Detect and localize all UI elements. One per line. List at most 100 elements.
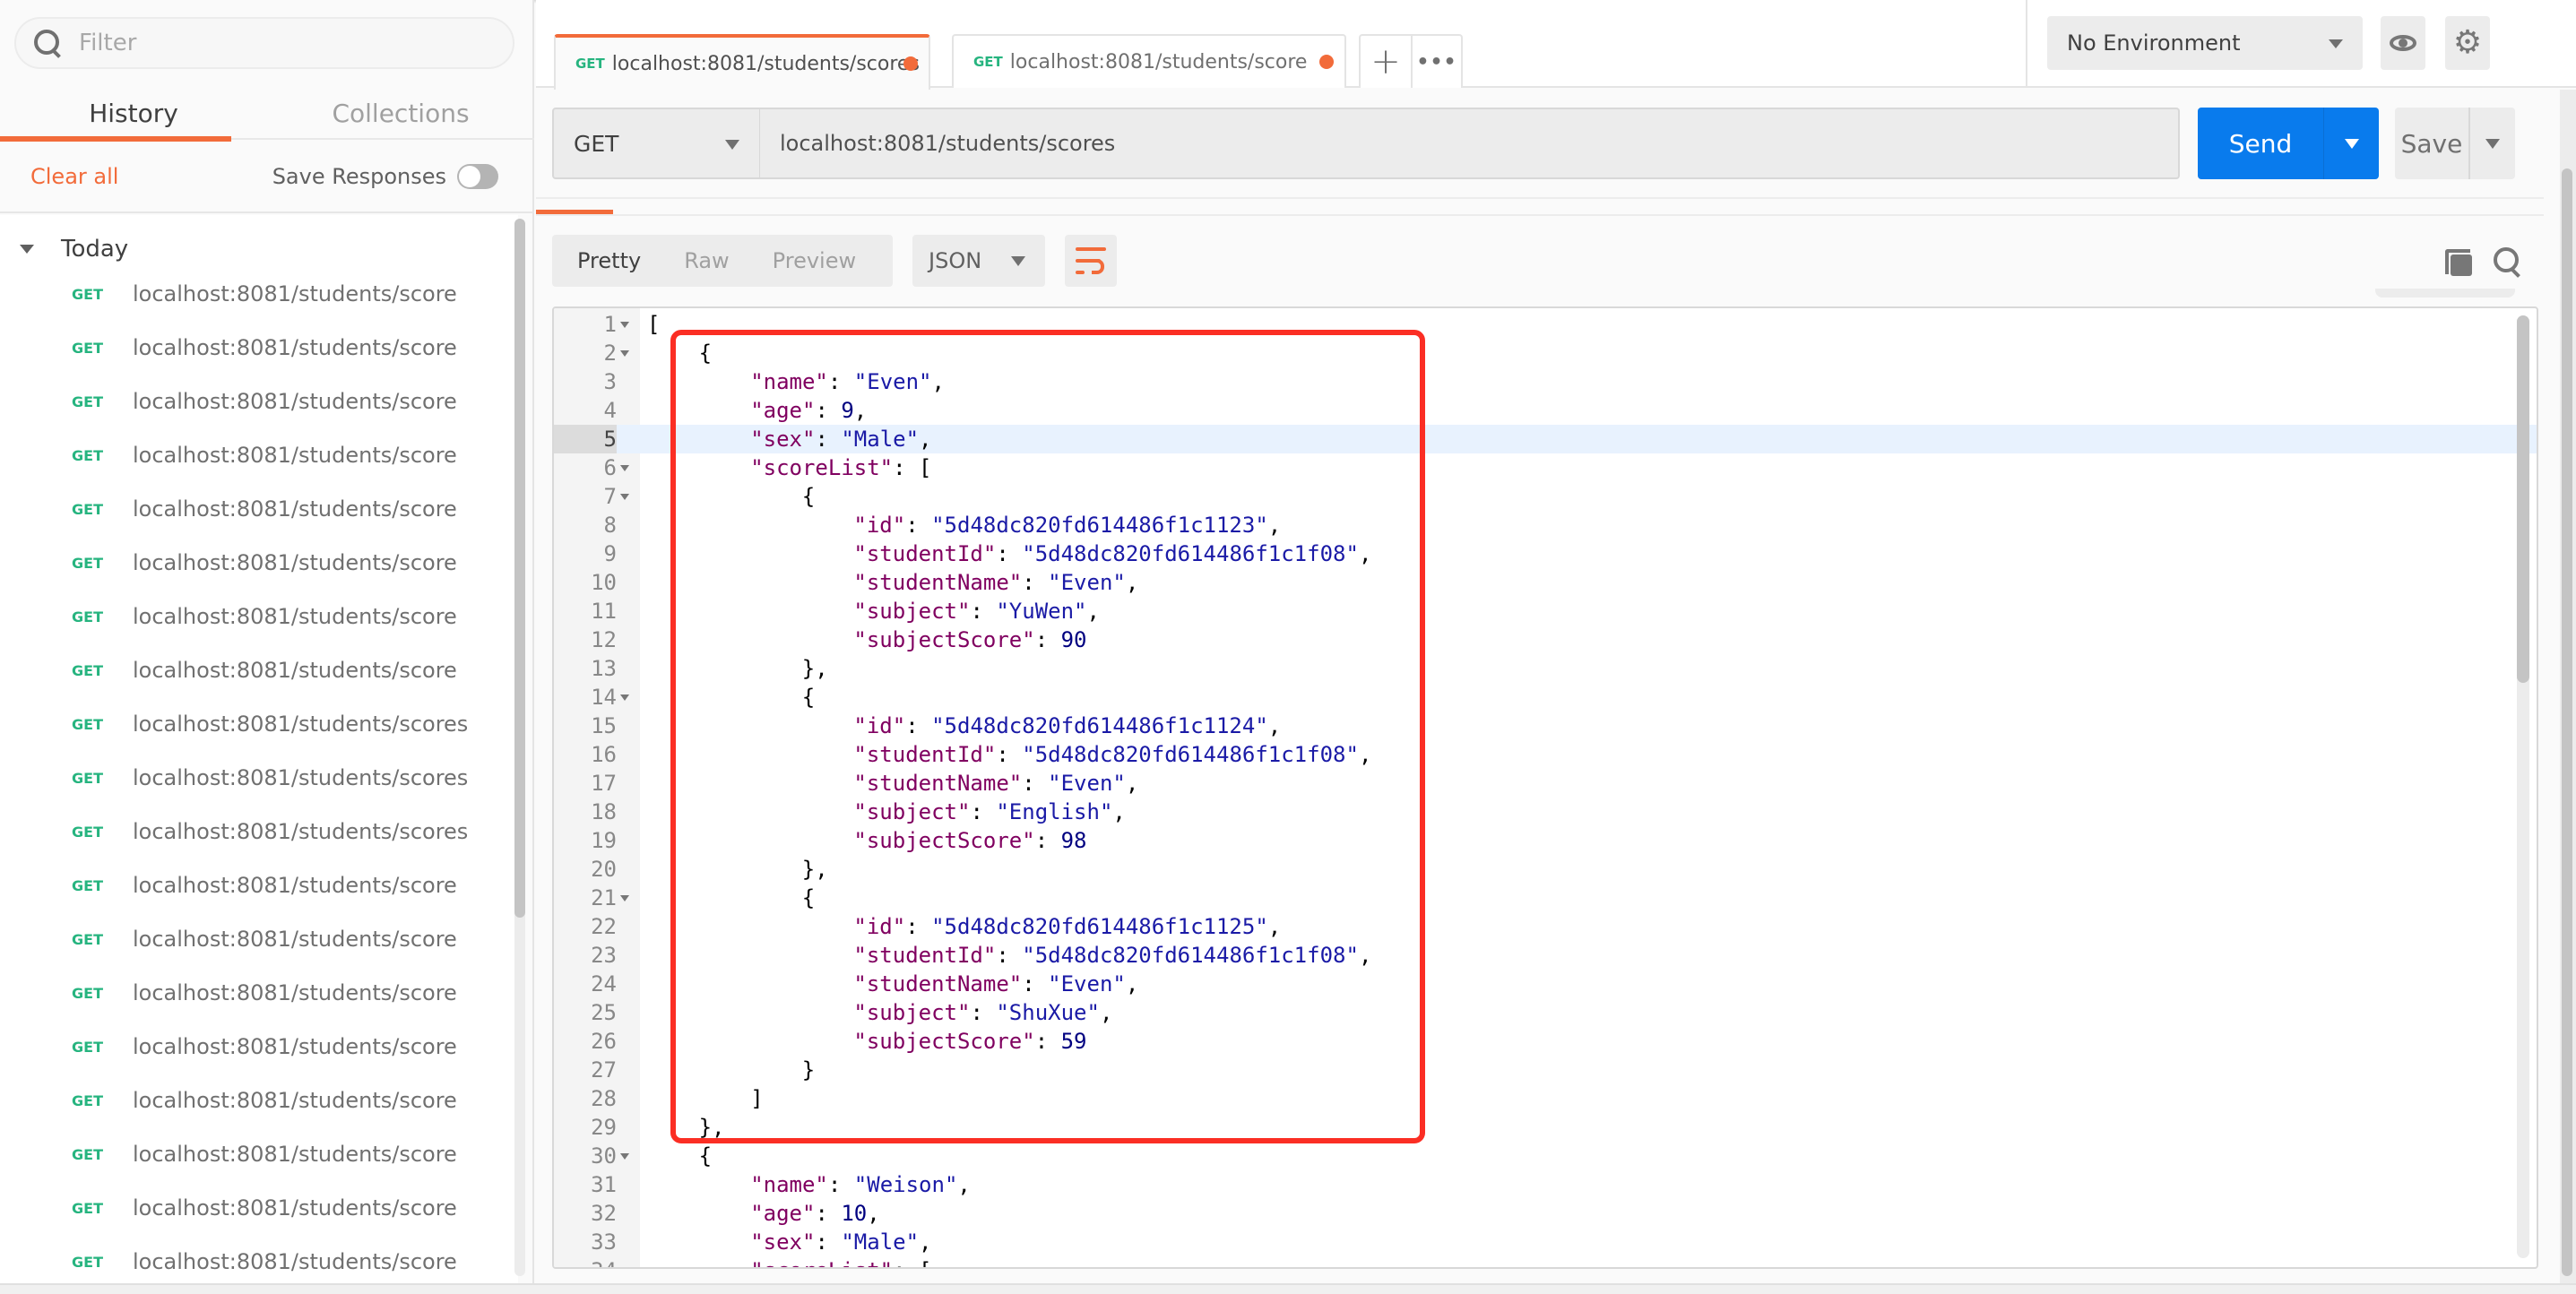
url-input[interactable] bbox=[760, 108, 2180, 179]
method-select[interactable]: GET bbox=[552, 108, 760, 179]
fold-toggle-icon[interactable] bbox=[620, 895, 629, 901]
code-line: 24 "studentName": "Even", bbox=[554, 970, 2537, 998]
scrollbar-thumb[interactable] bbox=[2517, 315, 2529, 683]
search-icon[interactable] bbox=[2494, 247, 2524, 278]
chevron-down-icon bbox=[2344, 138, 2359, 149]
new-tab-button[interactable]: + bbox=[1361, 36, 1411, 88]
history-item[interactable]: GET localhost:8081/students/score bbox=[0, 267, 518, 321]
history-url: localhost:8081/students/scores bbox=[133, 765, 469, 790]
json-punct: { bbox=[698, 1143, 713, 1169]
history-item[interactable]: GET localhost:8081/students/score bbox=[0, 1127, 518, 1181]
code-text: "id": "5d48dc820fd614486f1c1123", bbox=[853, 511, 1281, 539]
chevron-down-icon bbox=[2485, 138, 2500, 149]
history-item[interactable]: GET localhost:8081/students/score bbox=[0, 1020, 518, 1074]
save-options-button[interactable] bbox=[2468, 108, 2515, 179]
fold-toggle-icon[interactable] bbox=[620, 1153, 629, 1160]
line-number: 4 bbox=[554, 396, 617, 425]
json-string: "5d48dc820fd614486f1c1f08" bbox=[1022, 541, 1359, 566]
fold-toggle-icon[interactable] bbox=[620, 694, 629, 701]
code-text: "name": "Weison", bbox=[750, 1170, 971, 1199]
manage-environments-button[interactable]: ⚙ bbox=[2445, 16, 2490, 70]
scrollbar-thumb[interactable] bbox=[2562, 168, 2572, 1276]
save-responses-toggle[interactable] bbox=[457, 164, 498, 189]
history-item[interactable]: GET localhost:8081/students/score bbox=[0, 858, 518, 912]
line-number: 1 bbox=[554, 310, 617, 339]
save-button[interactable]: Save bbox=[2395, 108, 2515, 179]
wrap-lines-button[interactable] bbox=[1065, 235, 1117, 287]
history-method: GET bbox=[72, 285, 103, 303]
history-item[interactable]: GET localhost:8081/students/score bbox=[0, 590, 518, 643]
save-responses-label: Save Responses bbox=[272, 164, 446, 189]
history-item[interactable]: GET localhost:8081/students/score bbox=[0, 912, 518, 966]
history-item[interactable]: GET localhost:8081/students/score bbox=[0, 375, 518, 428]
sidebar-scrollbar[interactable] bbox=[514, 219, 525, 1276]
history-item[interactable]: GET localhost:8081/students/score bbox=[0, 966, 518, 1020]
send-options-button[interactable] bbox=[2323, 108, 2379, 179]
code-line: 17 "studentName": "Even", bbox=[554, 769, 2537, 798]
history-url: localhost:8081/students/score bbox=[133, 496, 457, 522]
code-line: 11 "subject": "YuWen", bbox=[554, 597, 2537, 625]
code-line: 8 "id": "5d48dc820fd614486f1c1123", bbox=[554, 511, 2537, 539]
history-item[interactable]: GET localhost:8081/students/score bbox=[0, 1074, 518, 1127]
filter-box[interactable] bbox=[14, 17, 514, 69]
request-tabs-bar: GET localhost:8081/students/scores GET l… bbox=[536, 0, 2026, 90]
history-url: localhost:8081/students/score bbox=[133, 281, 457, 306]
history-item[interactable]: GET localhost:8081/students/scores bbox=[0, 697, 518, 751]
history-item[interactable]: GET localhost:8081/students/score bbox=[0, 428, 518, 482]
line-number: 25 bbox=[554, 998, 617, 1027]
history-item[interactable]: GET localhost:8081/students/score bbox=[0, 482, 518, 536]
request-tab-active[interactable]: GET localhost:8081/students/scores bbox=[554, 34, 930, 90]
main-scrollbar[interactable] bbox=[2560, 90, 2576, 1283]
copy-icon[interactable] bbox=[2445, 249, 2472, 276]
clear-all-button[interactable]: Clear all bbox=[30, 164, 118, 189]
filter-input[interactable] bbox=[79, 30, 473, 56]
view-pretty[interactable]: Pretty bbox=[577, 248, 641, 273]
format-select[interactable]: JSON bbox=[912, 235, 1045, 287]
line-number: 28 bbox=[554, 1084, 617, 1113]
code-line: 6 "scoreList": [ bbox=[554, 453, 2537, 482]
history-item[interactable]: GET localhost:8081/students/scores bbox=[0, 751, 518, 805]
view-preview[interactable]: Preview bbox=[773, 248, 856, 273]
history-item[interactable]: GET localhost:8081/students/score bbox=[0, 321, 518, 375]
environment-select[interactable]: No Environment bbox=[2047, 16, 2363, 70]
editor-scrollbar[interactable] bbox=[2517, 315, 2529, 1258]
fold-toggle-icon[interactable] bbox=[620, 494, 629, 500]
view-raw[interactable]: Raw bbox=[684, 248, 729, 273]
fold-toggle-icon[interactable] bbox=[620, 350, 629, 357]
json-number: 98 bbox=[1060, 828, 1087, 853]
request-tab[interactable]: GET localhost:8081/students/score bbox=[952, 34, 1346, 88]
response-body-editor[interactable]: 1[2{3 "name": "Even", 4 "age": 9, 5 "sex": "M… bbox=[552, 306, 2538, 1269]
more-tabs-button[interactable]: ••• bbox=[1411, 36, 1461, 88]
fold-toggle-icon[interactable] bbox=[620, 1268, 629, 1269]
history-item[interactable]: GET localhost:8081/students/score bbox=[0, 1181, 518, 1235]
code-text: { bbox=[802, 884, 815, 912]
json-punct: : bbox=[905, 713, 932, 738]
history-url: localhost:8081/students/score bbox=[133, 1142, 457, 1167]
history-url: localhost:8081/students/score bbox=[133, 604, 457, 629]
json-key: "age" bbox=[750, 1201, 816, 1226]
history-item[interactable]: GET localhost:8081/students/scores bbox=[0, 805, 518, 858]
tab-history[interactable]: History bbox=[0, 86, 267, 142]
history-item[interactable]: GET localhost:8081/students/score bbox=[0, 643, 518, 697]
fold-toggle-icon[interactable] bbox=[620, 465, 629, 471]
json-key: "scoreList" bbox=[750, 1258, 893, 1267]
fold-toggle-icon[interactable] bbox=[620, 322, 629, 328]
tab-collections[interactable]: Collections bbox=[267, 86, 534, 140]
history-method: GET bbox=[72, 1253, 103, 1271]
history-item[interactable]: GET localhost:8081/students/score bbox=[0, 536, 518, 590]
json-punct: : bbox=[970, 599, 997, 624]
unsaved-dot-icon bbox=[1319, 55, 1334, 69]
line-number: 19 bbox=[554, 826, 617, 855]
json-key: "age" bbox=[750, 398, 816, 423]
json-punct: , bbox=[1099, 1000, 1113, 1025]
json-number: 90 bbox=[1060, 627, 1087, 652]
tab-url: localhost:8081/students/score bbox=[1009, 50, 1308, 73]
history-method: GET bbox=[72, 393, 103, 410]
environment-quick-look-button[interactable] bbox=[2381, 16, 2425, 70]
chevron-down-icon bbox=[2329, 39, 2343, 48]
history-item[interactable]: GET localhost:8081/students/score bbox=[0, 1235, 518, 1283]
send-button[interactable]: Send bbox=[2198, 108, 2379, 179]
history-method: GET bbox=[72, 339, 103, 357]
json-punct: , bbox=[1125, 570, 1139, 595]
scrollbar-thumb[interactable] bbox=[514, 219, 525, 918]
